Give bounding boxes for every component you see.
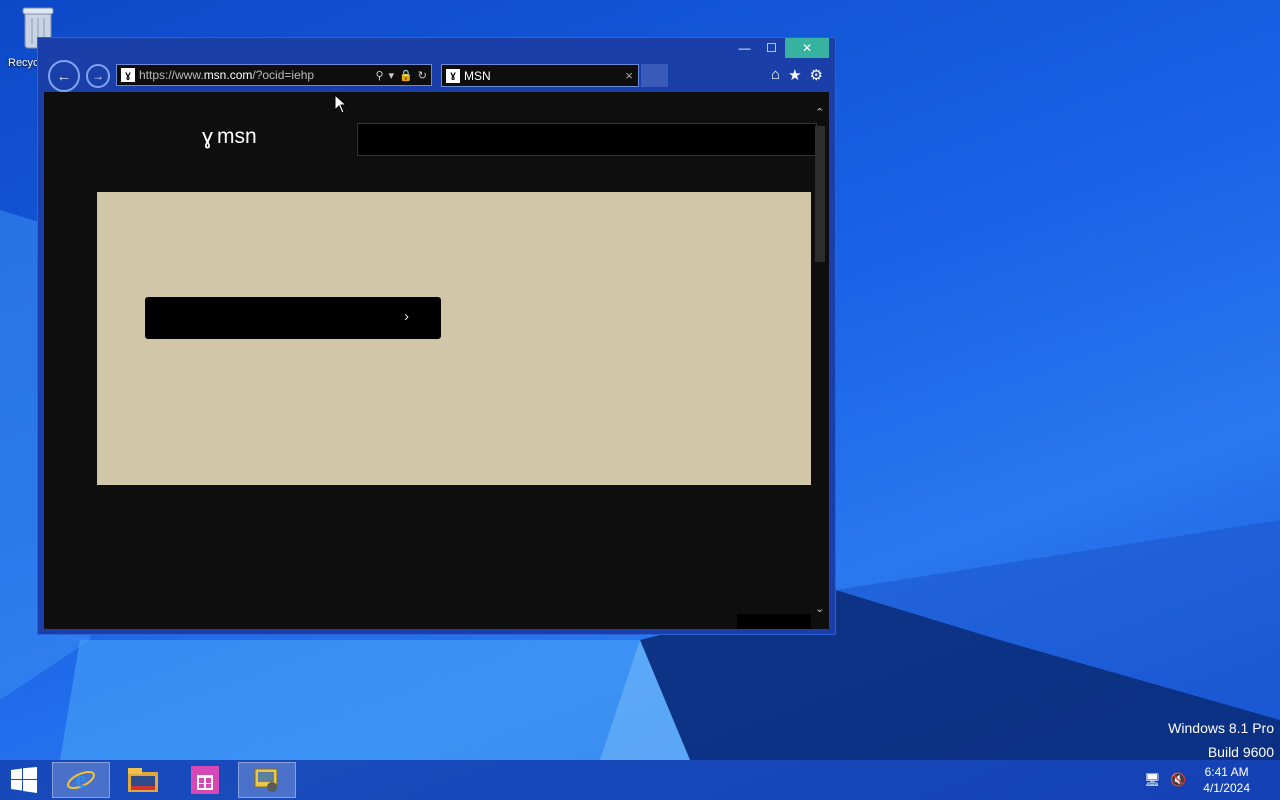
hero-cta-button[interactable]: › bbox=[145, 297, 441, 339]
svg-text:e: e bbox=[76, 767, 87, 793]
tab-title: MSN bbox=[464, 68, 491, 83]
browser-toolbar: ⌂ ★ ⚙ bbox=[771, 66, 823, 84]
msn-logo[interactable]: ɣ msn bbox=[202, 124, 257, 150]
url-prefix: https://www. bbox=[139, 68, 204, 82]
ie-window: — ☐ ✕ ← → ɣ https://www.msn.com/?ocid=ie… bbox=[37, 37, 836, 635]
start-button[interactable] bbox=[6, 764, 42, 796]
back-arrow-icon: ← bbox=[56, 67, 72, 85]
forward-button[interactable]: → bbox=[86, 64, 110, 88]
mouse-cursor-icon bbox=[334, 94, 348, 114]
search-icon[interactable]: ⚲ bbox=[375, 69, 383, 82]
maximize-button[interactable]: ☐ bbox=[758, 38, 785, 58]
tab-close-icon[interactable]: × bbox=[625, 68, 633, 83]
forward-arrow-icon: → bbox=[92, 69, 104, 83]
scroll-thumb[interactable] bbox=[815, 126, 825, 262]
tab-msn[interactable]: ɣ MSN × bbox=[441, 64, 639, 87]
taskbar: e 🖥 🔇 6:41 AM 4/1/2024 bbox=[0, 760, 1280, 800]
search-input[interactable] bbox=[357, 123, 817, 156]
msn-logo-text: msn bbox=[217, 125, 257, 148]
settings-gear-icon[interactable]: ⚙ bbox=[810, 66, 823, 84]
back-button[interactable]: ← bbox=[48, 60, 80, 92]
scroll-down-icon[interactable]: ⌄ bbox=[815, 602, 824, 615]
page-content: ɣ msn › ⌃ ⌄ bbox=[44, 92, 829, 629]
msn-favicon-icon: ɣ bbox=[121, 68, 135, 82]
new-tab-button[interactable] bbox=[641, 64, 668, 87]
windows-logo-icon bbox=[11, 767, 37, 793]
close-button[interactable]: ✕ bbox=[785, 38, 829, 58]
hero-banner: › bbox=[97, 192, 811, 485]
vertical-scrollbar[interactable]: ⌃ ⌄ bbox=[811, 92, 829, 629]
lock-icon[interactable]: 🔒 bbox=[399, 69, 413, 82]
taskbar-ie-button[interactable]: e bbox=[52, 762, 110, 798]
navigation-bar: ← → ɣ https://www.msn.com/?ocid=iehp ⚲ ▾… bbox=[44, 60, 827, 92]
refresh-icon[interactable]: ↻ bbox=[418, 69, 427, 82]
address-bar[interactable]: ɣ https://www.msn.com/?ocid=iehp ⚲ ▾ 🔒 ↻ bbox=[116, 64, 432, 86]
msn-butterfly-icon: ɣ bbox=[202, 124, 214, 149]
windows-watermark: Windows 8.1 Pro Build 9600 bbox=[1168, 716, 1274, 764]
url-domain: msn.com bbox=[203, 68, 253, 82]
clock-date: 4/1/2024 bbox=[1203, 781, 1250, 795]
page-footer-element bbox=[737, 614, 811, 629]
volume-muted-icon[interactable]: 🔇 bbox=[1169, 772, 1187, 788]
tab-favicon-icon: ɣ bbox=[446, 68, 460, 83]
control-panel-icon bbox=[254, 768, 278, 792]
network-icon[interactable]: 🖥 bbox=[1143, 772, 1161, 788]
dropdown-arrow-icon[interactable]: ▾ bbox=[389, 69, 395, 82]
taskbar-store-button[interactable] bbox=[176, 762, 234, 798]
home-icon[interactable]: ⌂ bbox=[771, 66, 780, 84]
minimize-button[interactable]: — bbox=[731, 38, 758, 58]
url-text[interactable]: https://www.msn.com/?ocid=iehp bbox=[139, 68, 375, 82]
windows-store-icon bbox=[191, 766, 219, 794]
watermark-edition: Windows 8.1 Pro bbox=[1168, 720, 1274, 736]
scroll-up-icon[interactable]: ⌃ bbox=[815, 106, 824, 119]
favorites-star-icon[interactable]: ★ bbox=[788, 66, 801, 84]
clock[interactable]: 6:41 AM 4/1/2024 bbox=[1203, 764, 1250, 796]
taskbar-app-button[interactable] bbox=[238, 762, 296, 798]
chevron-right-icon: › bbox=[404, 308, 409, 325]
taskbar-file-explorer-button[interactable] bbox=[114, 762, 172, 798]
url-suffix: /?ocid=iehp bbox=[252, 68, 315, 82]
clock-time: 6:41 AM bbox=[1204, 765, 1249, 779]
window-caption-buttons: — ☐ ✕ bbox=[731, 38, 829, 58]
system-tray: 🖥 🔇 6:41 AM 4/1/2024 bbox=[1143, 760, 1280, 800]
file-explorer-icon bbox=[128, 768, 158, 792]
internet-explorer-icon: e bbox=[67, 767, 95, 793]
